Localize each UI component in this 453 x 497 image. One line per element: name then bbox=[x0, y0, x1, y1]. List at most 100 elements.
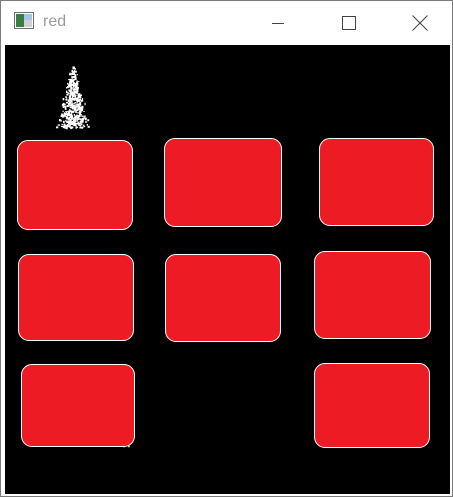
noise-speck bbox=[76, 118, 80, 121]
noise-speck bbox=[86, 124, 88, 126]
title-bar[interactable]: red bbox=[1, 1, 452, 45]
noise-speck bbox=[72, 108, 75, 110]
noise-speck bbox=[71, 94, 74, 97]
noise-speck bbox=[84, 117, 87, 119]
minimize-button[interactable] bbox=[255, 1, 301, 45]
noise-speck bbox=[71, 69, 74, 73]
noise-speck bbox=[69, 121, 71, 123]
noise-speck bbox=[85, 121, 88, 123]
noise-speck bbox=[69, 73, 71, 76]
noise-speck bbox=[71, 91, 75, 94]
noise-speck bbox=[72, 96, 73, 99]
noise-speck bbox=[77, 103, 80, 106]
noise-speck bbox=[82, 124, 85, 126]
noise-speck bbox=[75, 82, 79, 85]
red-box-4 bbox=[18, 254, 134, 341]
noise-speck bbox=[68, 100, 70, 103]
noise-speck bbox=[79, 101, 82, 104]
noise-speck bbox=[62, 110, 64, 113]
noise-speck bbox=[59, 119, 61, 122]
noise-speck bbox=[79, 94, 82, 96]
noise-speck bbox=[72, 110, 75, 113]
noise-speck bbox=[82, 98, 84, 101]
noise-speck bbox=[67, 103, 70, 106]
red-box-5 bbox=[165, 254, 281, 342]
noise-speck bbox=[65, 124, 67, 126]
noise-speck bbox=[71, 106, 73, 108]
window-title: red bbox=[43, 13, 67, 30]
noise-speck bbox=[60, 115, 63, 117]
noise-speck bbox=[79, 110, 81, 113]
image-app-icon bbox=[14, 12, 34, 29]
noise-speck bbox=[71, 111, 73, 114]
noise-speck bbox=[76, 116, 78, 119]
noise-speck bbox=[74, 84, 76, 87]
noise-speck bbox=[72, 83, 75, 86]
noise-speck bbox=[87, 119, 90, 122]
close-button[interactable] bbox=[397, 1, 443, 45]
noise-speck bbox=[73, 124, 76, 126]
noise-speck bbox=[75, 103, 77, 107]
noise-speck bbox=[72, 88, 75, 91]
red-box-3 bbox=[319, 138, 434, 226]
noise-speck bbox=[68, 85, 71, 87]
noise-speck bbox=[74, 122, 76, 124]
noise-speck bbox=[76, 112, 79, 114]
noise-speck bbox=[66, 101, 68, 104]
noise-speck bbox=[76, 74, 78, 76]
noise-speck bbox=[66, 111, 68, 114]
noise-speck bbox=[65, 96, 67, 98]
minimize-icon bbox=[272, 23, 284, 24]
noise-speck bbox=[78, 107, 81, 110]
noise-speck bbox=[69, 96, 71, 99]
noise-speck bbox=[60, 119, 62, 122]
noise-speck bbox=[70, 83, 73, 86]
noise-speck bbox=[84, 102, 86, 106]
noise-speck bbox=[64, 107, 66, 110]
red-box-7 bbox=[21, 364, 135, 447]
app-window: red bbox=[0, 0, 453, 497]
noise-speck bbox=[73, 76, 77, 78]
noise-speck bbox=[78, 94, 80, 97]
noise-speck bbox=[66, 94, 69, 96]
noise-speck bbox=[77, 87, 79, 89]
image-canvas bbox=[5, 45, 450, 494]
noise-speck bbox=[69, 116, 71, 118]
noise-speck bbox=[64, 124, 66, 127]
noise-speck bbox=[62, 98, 65, 101]
noise-speck bbox=[81, 119, 84, 122]
noise-speck bbox=[72, 66, 75, 69]
noise-speck bbox=[69, 104, 72, 107]
maximize-button[interactable] bbox=[326, 1, 372, 45]
noise-speck bbox=[72, 79, 74, 82]
noise-speck bbox=[74, 68, 76, 70]
noise-speck bbox=[77, 96, 79, 98]
noise-speck bbox=[73, 86, 75, 88]
noise-speck bbox=[71, 77, 74, 79]
noise-speck bbox=[81, 126, 84, 129]
noise-speck bbox=[61, 123, 64, 125]
noise-speck bbox=[74, 105, 76, 107]
close-icon bbox=[412, 15, 428, 31]
noise-speck bbox=[74, 115, 76, 117]
red-box-8 bbox=[314, 363, 430, 448]
noise-speck bbox=[62, 120, 65, 123]
noise-speck bbox=[72, 122, 75, 125]
noise-speck bbox=[87, 125, 90, 128]
noise-speck bbox=[67, 110, 70, 113]
noise-speck bbox=[67, 82, 69, 85]
noise-speck bbox=[69, 119, 71, 122]
noise-speck bbox=[70, 73, 72, 76]
noise-speck bbox=[80, 106, 84, 109]
noise-speck bbox=[73, 118, 76, 121]
noise-speck bbox=[78, 81, 80, 83]
noise-speck bbox=[69, 123, 71, 126]
noise-speck bbox=[80, 104, 82, 106]
noise-speck bbox=[79, 126, 81, 129]
noise-speck bbox=[75, 88, 78, 91]
noise-speck bbox=[78, 116, 80, 118]
noise-speck bbox=[82, 115, 84, 118]
noise-speck bbox=[74, 94, 77, 96]
noise-speck bbox=[65, 98, 68, 101]
red-box-6 bbox=[314, 251, 431, 339]
